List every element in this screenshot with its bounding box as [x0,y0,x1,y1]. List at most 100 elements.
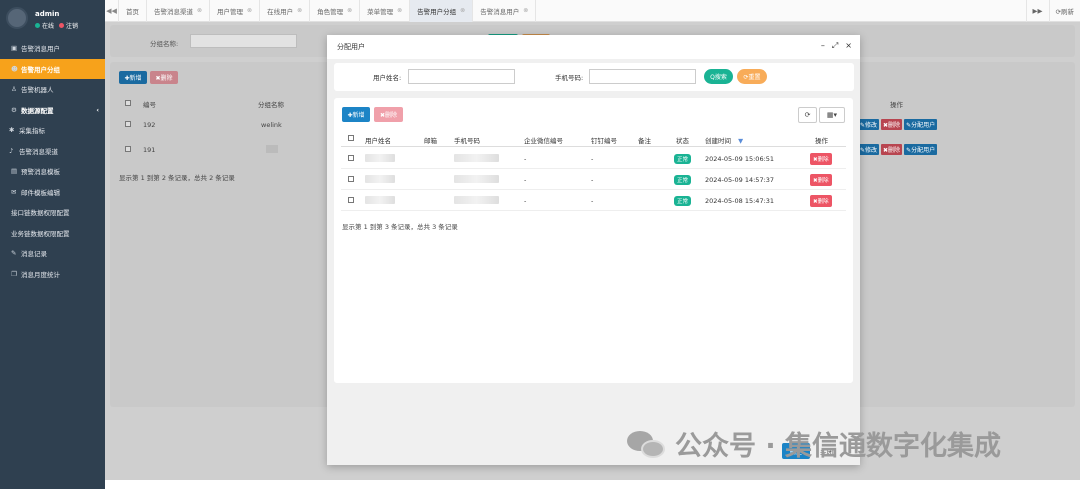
sidebar-item[interactable]: ▣ 告警消息用户 [0,38,105,59]
tab-item[interactable]: 告警消息用户 ⊗ [473,0,537,22]
col-remark[interactable]: 备注 [638,135,651,145]
reset-button[interactable]: ⟳重置 [737,69,767,84]
online-status: 在线 [35,21,54,30]
row-checkbox[interactable] [348,155,354,161]
group-name-input[interactable] [190,34,297,48]
search-button[interactable]: Q搜索 [704,69,733,84]
sidebar-item[interactable]: ⚙ 数据源配置 ‹ [0,100,105,121]
tab-item[interactable]: 首页 [119,0,147,22]
sidebar-item-label: 邮件模板编辑 [21,188,60,197]
row-checkbox[interactable] [348,176,354,182]
table-row[interactable]: - - 正常 2024-05-09 14:57:37 ✖删除 [341,169,846,190]
tab-label: 首页 [126,7,139,16]
dingtalk-id-cell: - [591,176,594,184]
sidebar: admin 在线 注销 ▣ 告警消息用户 ☻ 告警用户分组 ♙ 告警机器人 ⚙ 数据源配置 ‹ ✱… [0,0,105,489]
sidebar-item[interactable]: ✱ 采集指标 [0,120,105,141]
tab-item[interactable]: 告警用户分组 ⊗ [410,0,474,22]
row-checkbox[interactable] [348,197,354,203]
table-row[interactable]: - - 正常 2024-05-09 15:06:51 ✖删除 [341,148,846,169]
sidebar-item[interactable]: ♪ 告警消息渠道 [0,141,105,162]
user-name-input[interactable] [408,69,515,84]
close-tab-icon[interactable]: ⊗ [247,7,252,14]
sidebar-item[interactable]: ☻ 告警用户分组 [0,58,105,79]
phone-input[interactable] [589,69,696,84]
logout-link[interactable]: 注销 [59,21,78,30]
add-button[interactable]: ✚新增 [342,107,370,122]
select-all-checkbox[interactable] [348,135,354,141]
dialog-header: 分配用户 – ⤢ × [327,35,860,59]
sidebar-item-label: 数据源配置 [21,106,54,115]
bg-assign-user-button[interactable]: ✎分配用户 [904,119,938,130]
tab-item[interactable]: 用户管理 ⊗ [210,0,261,22]
bg-assign-user-button[interactable]: ✎分配用户 [904,144,938,155]
sidebar-item[interactable]: ▤ 预警消息模板 [0,161,105,182]
tab-label: 告警用户分组 [417,7,457,16]
sidebar-item[interactable]: ✉ 邮件模板编辑 [0,182,105,203]
sidebar-item[interactable]: 业务链数据权限配置 [0,223,105,244]
bg-row-checkbox[interactable] [125,146,131,152]
users-icon: ☻ [11,64,18,73]
refresh-tab-button[interactable]: ⟳刷新 [1048,0,1080,22]
bg-edit-button[interactable]: ✎修改 [858,144,880,155]
close-tab-icon[interactable]: ⊗ [523,7,528,14]
wechat-logo-icon [627,429,667,459]
tab-label: 菜单管理 [367,7,394,16]
sidebar-item[interactable]: ❐ 消息月度统计 [0,264,105,285]
bg-col-id: 编号 [143,101,156,109]
bg-row-ops: ✎修改 ✖删除 ✎分配用户 [858,144,938,155]
col-status[interactable]: 状态 [676,135,689,145]
close-tab-icon[interactable]: ⊗ [397,7,402,14]
tab-item[interactable]: 菜单管理 ⊗ [360,0,411,22]
footer-strip [105,480,1080,489]
col-wechat-id[interactable]: 企业微信编号 [524,135,563,145]
tab-item[interactable]: 告警消息渠道 ⊗ [147,0,211,22]
user-name-label: 用户姓名: [373,74,402,82]
bg-add-button[interactable]: ✚新增 [119,71,147,84]
close-tab-icon[interactable]: ⊗ [297,7,302,14]
phone-label: 手机号码: [555,74,584,82]
close-icon[interactable]: × [845,41,852,51]
row-delete-button[interactable]: ✖删除 [810,195,832,207]
sort-desc-icon[interactable]: ▼ [738,137,743,145]
close-tab-icon[interactable]: ⊗ [197,7,202,14]
bg-delete-row-button[interactable]: ✖删除 [881,119,903,130]
online-dot-icon [35,23,40,28]
bg-row-checkbox[interactable] [125,121,131,127]
avatar[interactable] [6,7,28,29]
bg-edit-button[interactable]: ✎修改 [858,119,880,130]
user-panel: admin 在线 注销 [0,0,105,38]
col-dingtalk-id[interactable]: 钉钉编号 [591,135,617,145]
row-delete-button[interactable]: ✖删除 [810,153,832,165]
refresh-icon[interactable]: ⟳ [798,107,817,123]
tab-item[interactable]: 角色管理 ⊗ [310,0,361,22]
col-user-name[interactable]: 用户姓名 [365,135,391,145]
status-badge: 正常 [674,175,692,185]
sidebar-item[interactable]: ✎ 消息记录 [0,243,105,264]
columns-toggle-icon[interactable]: ▦▾ [819,107,845,123]
table-row[interactable]: - - 正常 2024-05-08 15:47:31 ✖删除 [341,190,846,211]
col-created-time[interactable]: 创建时间 ▼ [705,135,743,145]
col-email[interactable]: 邮箱 [424,135,437,145]
sidebar-item-label: 消息记录 [21,250,47,259]
close-tab-icon[interactable]: ⊗ [347,7,352,14]
created-time-cell: 2024-05-09 14:57:37 [705,176,775,184]
row-delete-button[interactable]: ✖删除 [810,174,832,186]
close-tab-icon[interactable]: ⊗ [460,7,465,14]
tab-label: 角色管理 [317,7,344,16]
tab-scroll-left-button[interactable]: ◀◀ [105,0,119,22]
maximize-icon[interactable]: ⤢ [832,41,838,51]
minimize-icon[interactable]: – [821,41,825,51]
bg-delete-row-button[interactable]: ✖删除 [881,144,903,155]
edit-icon: ✎ [11,249,17,258]
col-phone[interactable]: 手机号码 [454,135,480,145]
tab-label: 用户管理 [217,7,244,16]
gear-icon: ⚙ [11,105,17,114]
sidebar-item[interactable]: ♙ 告警机器人 [0,79,105,100]
bg-select-all-checkbox[interactable] [125,100,131,106]
sidebar-item[interactable]: 接口链数据权限配置 [0,202,105,223]
tab-item[interactable]: 在线用户 ⊗ [260,0,311,22]
delete-button[interactable]: ✖删除 [374,107,403,122]
bg-delete-button[interactable]: ✖删除 [150,71,178,84]
tab-scroll-right-button[interactable]: ▶▶ [1025,0,1049,22]
sidebar-item-label: 告警消息渠道 [19,147,58,156]
